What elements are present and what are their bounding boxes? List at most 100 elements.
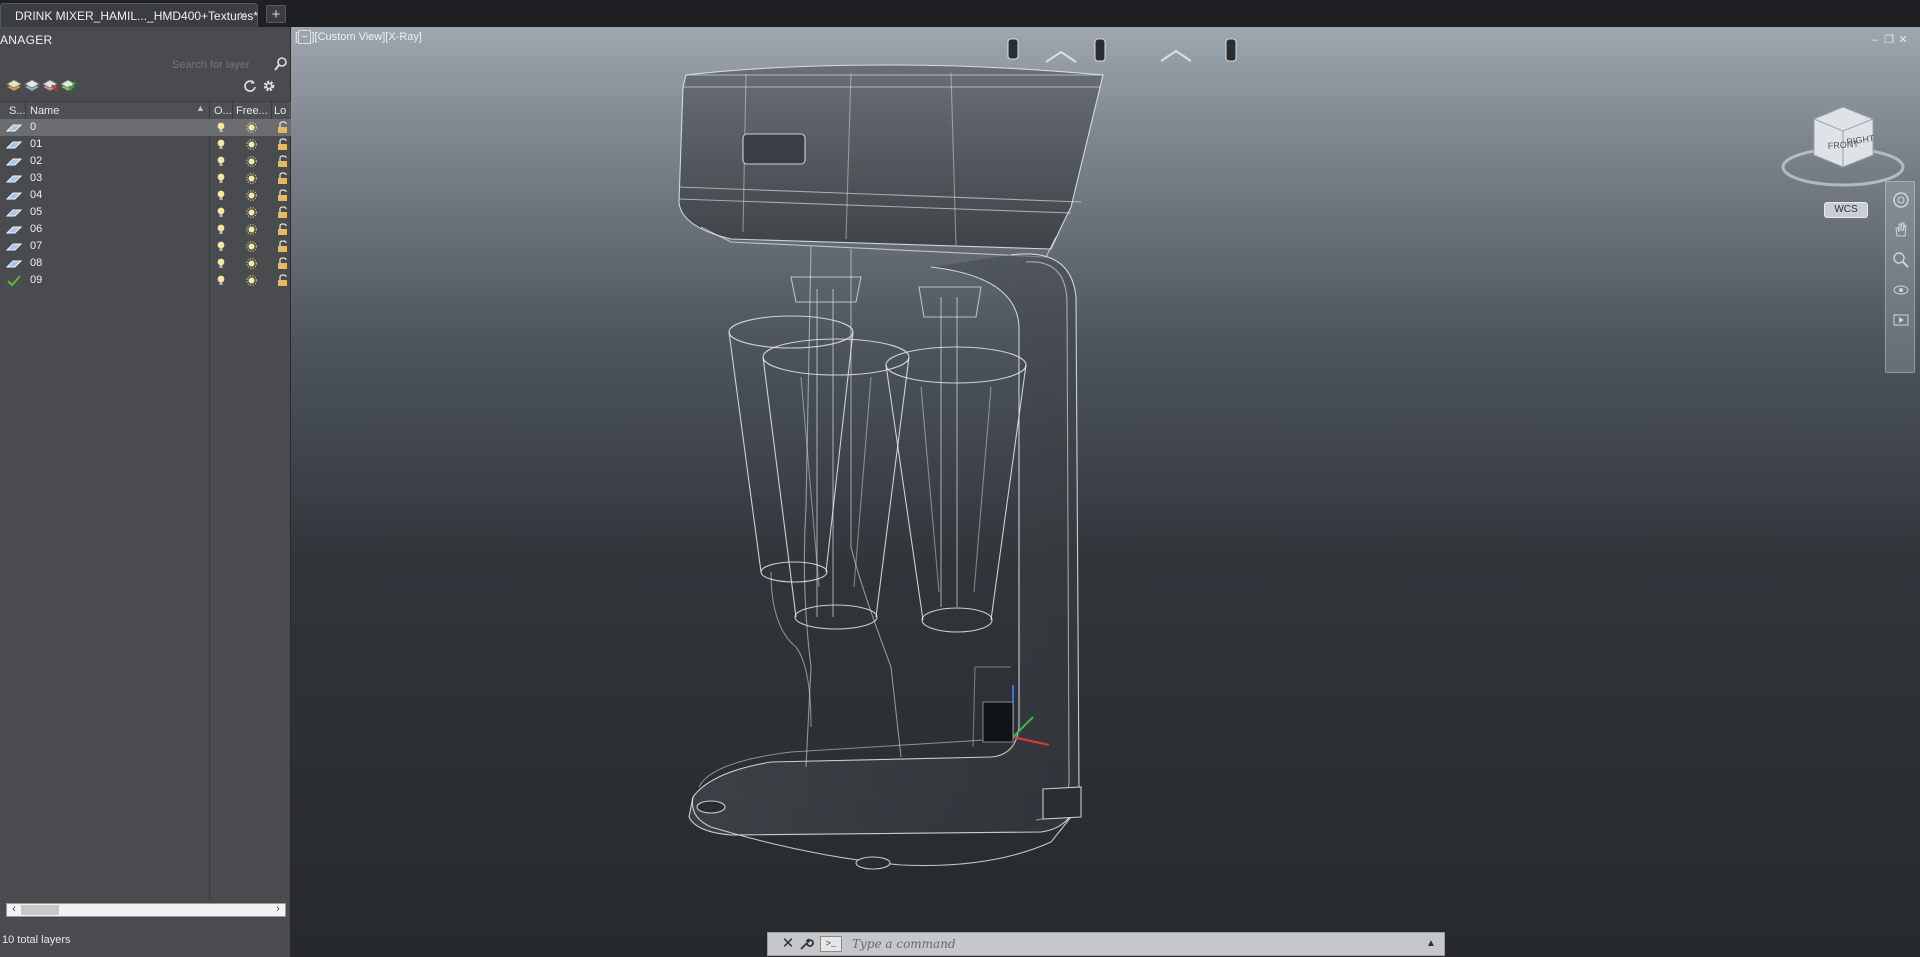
set-current-layer-icon[interactable] [60,79,76,93]
unlocked-padlock-icon[interactable] [277,121,289,134]
lightbulb-on-icon[interactable] [216,206,226,219]
column-divider [271,101,272,119]
sun-thawed-icon[interactable] [246,139,257,150]
new-layer-frozen-icon[interactable] [24,79,40,93]
lightbulb-on-icon[interactable] [216,121,226,134]
layer-name[interactable]: 03 [30,172,42,184]
layer-name[interactable]: 09 [30,274,42,286]
layer-row[interactable]: 05 [0,204,291,221]
layer-name[interactable]: 05 [30,206,42,218]
new-layer-icon[interactable] [6,79,22,93]
command-input[interactable] [848,935,1416,953]
column-lock[interactable]: Lo [274,105,286,117]
scroll-left-icon[interactable]: ‹ [8,903,20,915]
column-status[interactable]: S... [9,105,26,117]
drink-mixer-3d-model[interactable] [291,27,1920,957]
settings-gear-icon[interactable] [261,79,277,93]
new-tab-button[interactable]: + [266,5,286,23]
layer-row[interactable]: 07 [0,238,291,255]
lightbulb-on-icon[interactable] [216,172,226,185]
close-tab-icon[interactable]: × [235,7,251,23]
document-tab-title: DRINK MIXER_HAMIL..._HMD400+Textures* [15,9,259,23]
wcs-menu-button[interactable]: WCS [1824,202,1868,218]
unlocked-padlock-icon[interactable] [277,240,289,253]
column-on[interactable]: O... [214,105,232,117]
layer-row[interactable]: 01 [0,136,291,153]
delete-layer-icon[interactable] [42,79,58,93]
scroll-right-icon[interactable]: › [272,903,284,915]
layer-status-icon[interactable] [6,155,22,168]
sun-thawed-icon[interactable] [246,241,257,252]
layer-name[interactable]: 02 [30,155,42,167]
unlocked-padlock-icon[interactable] [277,223,289,236]
lightbulb-on-icon[interactable] [216,155,226,168]
document-tab-bar: DRINK MIXER_HAMIL..._HMD400+Textures* × … [0,0,1920,28]
layer-status-icon[interactable] [6,121,22,134]
close-command-line-icon[interactable]: ✕ [780,936,796,952]
lightbulb-on-icon[interactable] [216,223,226,236]
layer-name[interactable]: 08 [30,257,42,269]
layer-name[interactable]: 06 [30,223,42,235]
sun-thawed-icon[interactable] [246,275,257,286]
layer-row[interactable]: 06 [0,221,291,238]
sun-thawed-icon[interactable] [246,258,257,269]
steering-wheel-icon[interactable] [1891,190,1911,210]
palette-title: ANAGER [0,33,53,47]
layer-row[interactable]: 03 [0,170,291,187]
document-tab[interactable]: DRINK MIXER_HAMIL..._HMD400+Textures* × [0,3,258,27]
command-history-icon[interactable]: ▲ [1424,936,1438,952]
horizontal-scrollbar[interactable]: ‹ › [6,903,286,917]
orbit-icon[interactable] [1891,280,1911,300]
navigation-bar [1885,181,1915,373]
layer-status-icon[interactable] [6,189,22,202]
column-freeze[interactable]: Free... [236,105,268,117]
layer-status-icon[interactable] [6,172,22,185]
lightbulb-on-icon[interactable] [216,189,226,202]
layer-row[interactable]: 09 [0,272,291,289]
unlocked-padlock-icon[interactable] [277,206,289,219]
layer-row[interactable]: 0 [0,119,291,136]
layer-row[interactable]: 02 [0,153,291,170]
scrollbar-thumb[interactable] [21,905,59,915]
layer-status-icon[interactable] [6,257,22,270]
column-divider [25,101,26,119]
layer-status-icon[interactable] [6,223,22,236]
top-switches [1007,38,1237,63]
lightbulb-on-icon[interactable] [216,274,226,287]
unlocked-padlock-icon[interactable] [277,274,289,287]
lightbulb-on-icon[interactable] [216,257,226,270]
layer-search-input[interactable] [160,56,288,74]
refresh-icon[interactable] [242,79,258,93]
showmotion-icon[interactable] [1891,310,1911,330]
sun-thawed-icon[interactable] [246,173,257,184]
search-icon[interactable] [274,56,288,72]
mixer-column [688,253,1080,836]
column-name[interactable]: Name [30,105,59,117]
layer-name[interactable]: 01 [30,138,42,150]
layer-name[interactable]: 04 [30,189,42,201]
layer-status-icon[interactable] [6,240,22,253]
sun-thawed-icon[interactable] [246,207,257,218]
current-layer-check-icon[interactable] [6,274,22,287]
layer-name[interactable]: 0 [30,121,36,133]
unlocked-padlock-icon[interactable] [277,189,289,202]
unlocked-padlock-icon[interactable] [277,257,289,270]
pan-hand-icon[interactable] [1891,220,1911,240]
layer-name[interactable]: 07 [30,240,42,252]
layer-status-icon[interactable] [6,138,22,151]
unlocked-padlock-icon[interactable] [277,138,289,151]
unlocked-padlock-icon[interactable] [277,155,289,168]
sun-thawed-icon[interactable] [246,190,257,201]
layer-row[interactable]: 08 [0,255,291,272]
drawing-viewport[interactable]: [−][Custom View][X-Ray] – ❐ ✕ FRONT RIG… [291,27,1920,957]
customize-wrench-icon[interactable] [798,936,814,952]
sun-thawed-icon[interactable] [246,122,257,133]
layer-row[interactable]: 04 [0,187,291,204]
layer-status-icon[interactable] [6,206,22,219]
zoom-icon[interactable] [1891,250,1911,270]
unlocked-padlock-icon[interactable] [277,172,289,185]
lightbulb-on-icon[interactable] [216,138,226,151]
sun-thawed-icon[interactable] [246,156,257,167]
sun-thawed-icon[interactable] [246,224,257,235]
lightbulb-on-icon[interactable] [216,240,226,253]
